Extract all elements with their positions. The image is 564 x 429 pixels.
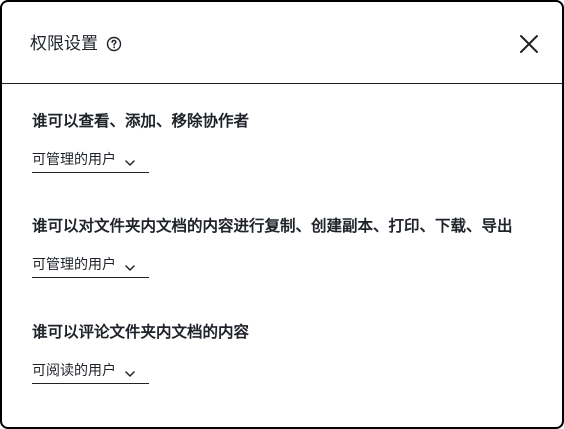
section-comment: 谁可以评论文件夹内文档的内容 可阅读的用户 <box>32 321 250 384</box>
close-icon <box>520 35 538 53</box>
dialog-header: 权限设置 <box>2 2 562 84</box>
question-circle-icon[interactable] <box>106 36 122 52</box>
chevron-down-icon <box>124 154 136 166</box>
section-manage-collaborators: 谁可以查看、添加、移除协作者 可管理的用户 <box>32 110 250 173</box>
chevron-down-icon <box>124 259 136 271</box>
select-value: 可管理的用户 <box>32 151 116 168</box>
close-button[interactable] <box>517 32 541 56</box>
section-label: 谁可以查看、添加、移除协作者 <box>32 112 250 130</box>
select-value: 可管理的用户 <box>32 256 116 273</box>
section-copy-export: 谁可以对文件夹内文档的内容进行复制、创建副本、打印、下载、导出 可管理的用户 <box>32 215 513 278</box>
title-group: 权限设置 <box>30 32 122 56</box>
manage-collaborators-select[interactable]: 可管理的用户 <box>32 147 149 173</box>
select-value: 可阅读的用户 <box>32 362 116 379</box>
section-label: 谁可以对文件夹内文档的内容进行复制、创建副本、打印、下载、导出 <box>32 217 513 235</box>
section-label: 谁可以评论文件夹内文档的内容 <box>32 323 250 341</box>
copy-export-select[interactable]: 可管理的用户 <box>32 252 149 278</box>
permission-settings-dialog: 权限设置 谁可以查看、添加、移除协作者 可管理的用户 谁可以对文件夹内文档的内容… <box>0 0 564 429</box>
chevron-down-icon <box>124 365 136 377</box>
comment-select[interactable]: 可阅读的用户 <box>32 358 149 384</box>
dialog-title: 权限设置 <box>30 34 98 54</box>
